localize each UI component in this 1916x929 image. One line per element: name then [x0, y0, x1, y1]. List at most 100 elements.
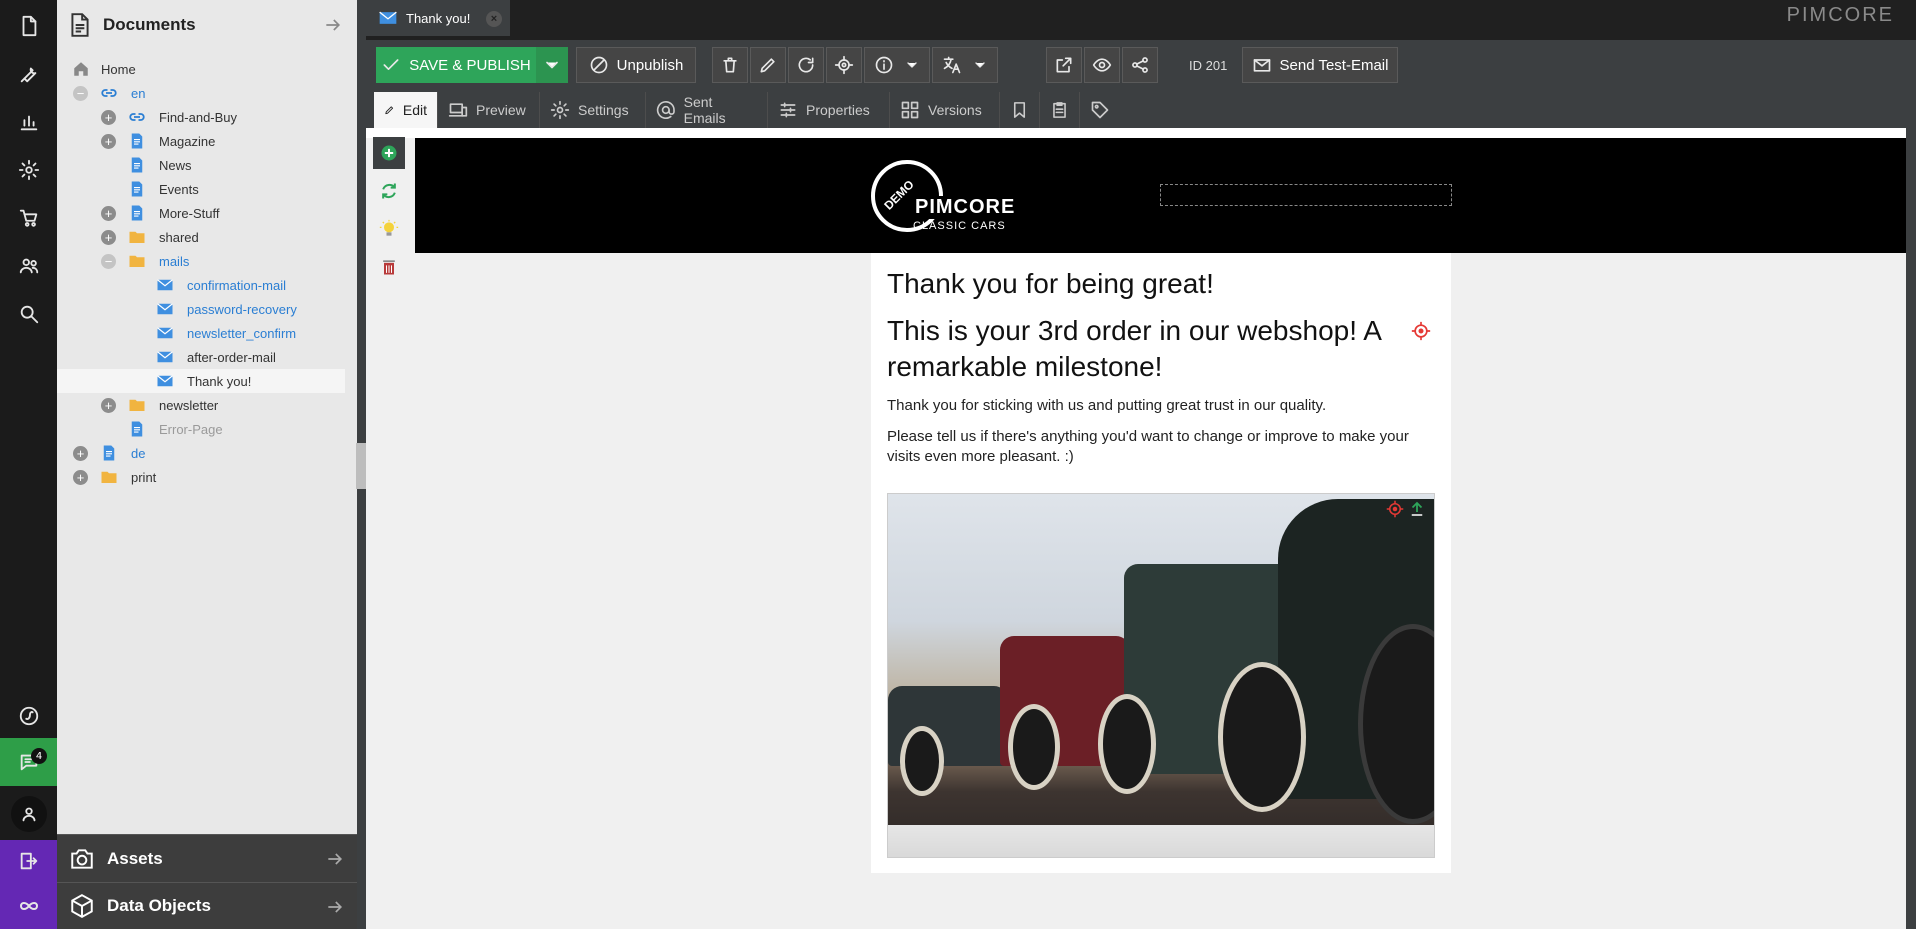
tab-notes[interactable]: [1040, 92, 1080, 128]
page-icon: [131, 205, 143, 221]
tree-node-events[interactable]: Events: [57, 177, 345, 201]
panel-collapse-handle[interactable]: [356, 443, 366, 489]
link-icon: [101, 89, 117, 97]
users-icon[interactable]: [0, 244, 57, 288]
tab-settings[interactable]: Settings: [540, 92, 646, 128]
caret-down-icon: [907, 62, 917, 68]
tab-properties[interactable]: Properties: [768, 92, 890, 128]
save-options-dropdown[interactable]: [536, 47, 568, 83]
notifications-icon[interactable]: 4: [0, 738, 57, 786]
tab-versions[interactable]: Versions: [890, 92, 1000, 128]
tools-icon[interactable]: [0, 52, 57, 96]
user-avatar-icon[interactable]: [0, 790, 57, 838]
tab-sent-emails[interactable]: Sent Emails: [646, 92, 768, 128]
email-subheading[interactable]: This is your 3rd order in our webshop! A…: [887, 313, 1407, 385]
email-paragraph-2[interactable]: Please tell us if there's anything you'd…: [887, 427, 1427, 467]
show-in-tree-button[interactable]: [826, 47, 862, 83]
documents-icon[interactable]: [0, 4, 57, 48]
tree-node-en[interactable]: − en: [57, 81, 345, 105]
translate-icon: [943, 56, 961, 74]
expand-icon[interactable]: +: [101, 109, 116, 125]
folder-icon: [129, 399, 145, 411]
document-toolbar: SAVE & PUBLISH Unpublish ID 201 Send Tes…: [366, 40, 1916, 90]
preview-button[interactable]: [1084, 47, 1120, 83]
highlight-button[interactable]: [373, 213, 405, 245]
rename-button[interactable]: [750, 47, 786, 83]
info-icon: [875, 56, 893, 74]
camera-icon: [71, 848, 93, 869]
eye-icon: [1092, 58, 1112, 72]
add-block-button[interactable]: [373, 137, 405, 169]
reports-icon[interactable]: [0, 100, 57, 144]
tree-node-de[interactable]: + de: [57, 441, 345, 465]
expand-icon[interactable]: +: [73, 445, 88, 461]
email-image-classic-cars[interactable]: [887, 493, 1435, 858]
email-paragraph-1[interactable]: Thank you for sticking with us and putti…: [887, 397, 1427, 414]
expand-icon[interactable]: +: [73, 469, 88, 485]
tree-node-news[interactable]: News: [57, 153, 345, 177]
editable-placeholder[interactable]: [1160, 184, 1452, 206]
tree-node-thank-you[interactable]: Thank you!: [57, 369, 345, 393]
image-tools: [1386, 500, 1426, 518]
pimcore-logo: PIMCORE: [1786, 4, 1894, 26]
unpublish-button[interactable]: Unpublish: [576, 47, 696, 83]
tree-node-password-recovery[interactable]: password-recovery: [57, 297, 345, 321]
tree-node-mails[interactable]: − mails: [57, 249, 345, 273]
pimcore-infinity-icon[interactable]: [0, 882, 57, 929]
info-button[interactable]: [864, 47, 930, 83]
delete-button[interactable]: [712, 47, 748, 83]
target-icon[interactable]: [1411, 321, 1431, 341]
collapse-icon[interactable]: −: [73, 85, 88, 101]
symfony-icon[interactable]: [0, 694, 57, 738]
tree-node-print[interactable]: + print: [57, 465, 345, 489]
ecommerce-icon[interactable]: [0, 196, 57, 240]
expand-icon[interactable]: +: [101, 229, 116, 245]
send-test-email-button[interactable]: Send Test-Email: [1242, 47, 1398, 83]
target-icon[interactable]: [1386, 500, 1404, 518]
tree-node-newsletter[interactable]: + newsletter: [57, 393, 345, 417]
tree-node-shared[interactable]: + shared: [57, 225, 345, 249]
assets-panel-header[interactable]: Assets: [57, 834, 357, 882]
email-heading[interactable]: Thank you for being great!: [887, 268, 1407, 300]
settings-icon[interactable]: [0, 148, 57, 192]
tab-preview[interactable]: Preview: [438, 92, 540, 128]
refresh-button[interactable]: [373, 175, 405, 207]
translation-button[interactable]: [932, 47, 998, 83]
tab-bookmark[interactable]: [1000, 92, 1040, 128]
share-button[interactable]: [1122, 47, 1158, 83]
tab-edit[interactable]: Edit: [374, 92, 438, 128]
reload-button[interactable]: [788, 47, 824, 83]
collapse-icon[interactable]: −: [101, 253, 116, 269]
tree-node-home[interactable]: Home: [57, 57, 345, 81]
clear-button[interactable]: [373, 251, 405, 283]
tree-header: Documents: [57, 0, 357, 50]
arrow-right-icon[interactable]: [325, 849, 345, 869]
at-icon: [656, 101, 675, 119]
trash-icon: [723, 57, 737, 73]
arrow-right-icon[interactable]: [325, 897, 345, 917]
close-icon[interactable]: ×: [486, 11, 502, 27]
tree-node-error-page[interactable]: Error-Page: [57, 417, 345, 441]
arrow-right-icon[interactable]: [323, 15, 343, 35]
save-publish-button[interactable]: SAVE & PUBLISH: [376, 47, 536, 83]
tree-node-find-and-buy[interactable]: + Find-and-Buy: [57, 105, 345, 129]
document-tree-panel: Documents Home − en + Find-and-Buy + Mag…: [57, 0, 357, 834]
tree-node-magazine[interactable]: + Magazine: [57, 129, 345, 153]
email-icon: [157, 375, 173, 387]
search-icon[interactable]: [0, 292, 57, 336]
tab-tags[interactable]: [1080, 92, 1120, 128]
expand-icon[interactable]: +: [101, 133, 116, 149]
open-external-button[interactable]: [1046, 47, 1082, 83]
logout-icon[interactable]: [0, 840, 57, 882]
expand-icon[interactable]: +: [101, 397, 116, 413]
tab-thank-you[interactable]: Thank you! ×: [366, 0, 510, 36]
caret-down-icon: [546, 61, 558, 69]
tree-node-confirmation-mail[interactable]: confirmation-mail: [57, 273, 345, 297]
data-objects-panel-header[interactable]: Data Objects: [57, 882, 357, 929]
tree-node-more-stuff[interactable]: + More-Stuff: [57, 201, 345, 225]
tree-node-after-order-mail[interactable]: after-order-mail: [57, 345, 345, 369]
tree-node-newsletter-confirm[interactable]: newsletter_confirm: [57, 321, 345, 345]
expand-icon[interactable]: +: [101, 205, 116, 221]
upload-icon[interactable]: [1408, 500, 1426, 518]
email-body: Thank you for being great! This is your …: [871, 253, 1451, 873]
